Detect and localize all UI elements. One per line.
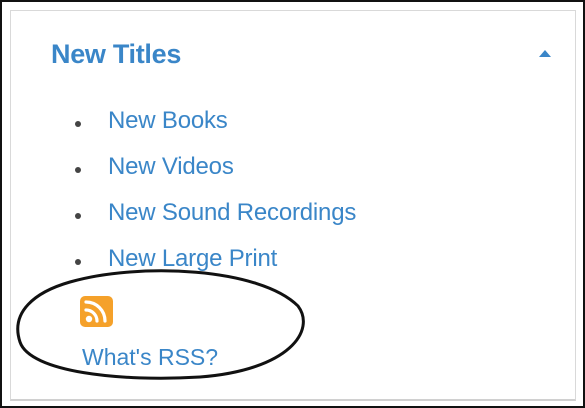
bullet-icon: [75, 213, 81, 219]
panel-header[interactable]: New Titles: [11, 11, 575, 93]
bullet-icon: [75, 121, 81, 127]
screenshot-frame: New Titles New Books New Videos New Soun…: [0, 0, 585, 408]
bullet-icon: [75, 259, 81, 265]
new-videos-link[interactable]: New Videos: [108, 153, 234, 181]
rss-glyph-icon: [84, 300, 107, 323]
caret-up-icon[interactable]: [539, 50, 551, 57]
rss-feed-icon[interactable]: [80, 296, 113, 327]
whats-rss-link[interactable]: What's RSS?: [82, 344, 218, 371]
new-books-link[interactable]: New Books: [108, 107, 228, 135]
new-large-print-link[interactable]: New Large Print: [108, 245, 277, 273]
new-titles-panel: New Titles New Books New Videos New Soun…: [10, 10, 576, 401]
bullet-icon: [75, 167, 81, 173]
panel-title: New Titles: [51, 39, 182, 69]
new-sound-recordings-link[interactable]: New Sound Recordings: [108, 199, 356, 227]
